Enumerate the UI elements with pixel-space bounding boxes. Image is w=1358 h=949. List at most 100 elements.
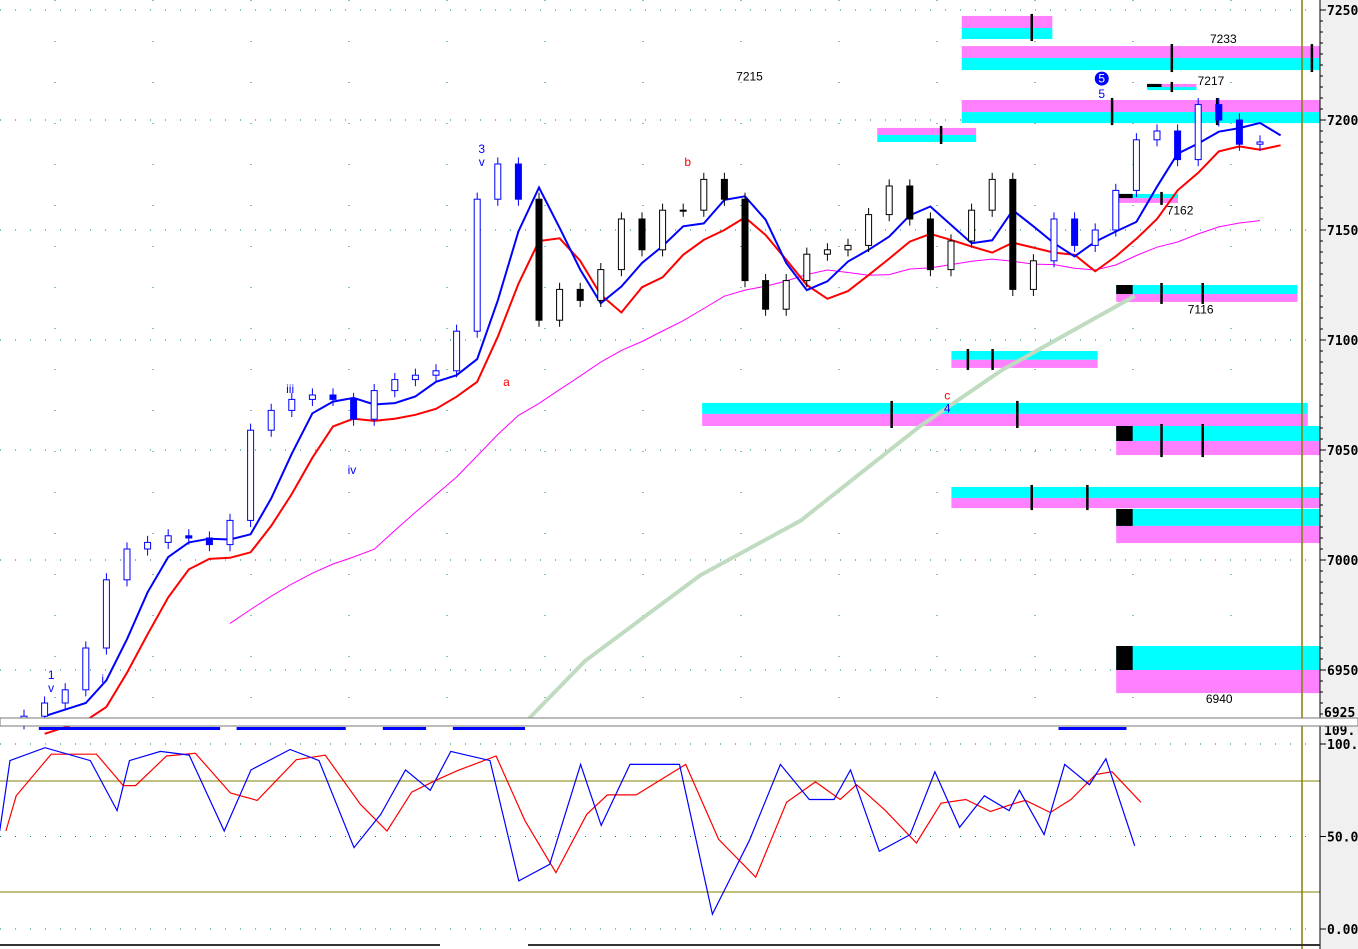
wave-label: 1	[48, 668, 55, 682]
candle-body	[823, 249, 831, 255]
candle-body	[1132, 139, 1140, 191]
zone-band	[951, 359, 1098, 368]
candle-body	[1029, 260, 1037, 290]
osc-tick-label: 100.0	[1327, 738, 1358, 753]
zone-band	[1116, 508, 1321, 526]
candle-body	[61, 689, 69, 704]
stoch-signal-bar	[38, 727, 221, 730]
scrollbar[interactable]	[0, 944, 440, 946]
zone-band	[1116, 525, 1321, 544]
wave-label: 5	[1098, 87, 1105, 101]
candle-body	[514, 163, 522, 200]
stoch-signal-bar	[1058, 727, 1127, 730]
zone-marker	[1116, 646, 1133, 670]
candle-body	[700, 178, 708, 211]
zone-band	[702, 402, 1308, 414]
wave-label: b	[684, 155, 691, 169]
zone-band	[1116, 440, 1321, 456]
candle-body	[288, 398, 296, 411]
price-tick-label: 7000.	[1327, 554, 1358, 569]
candle-body	[473, 198, 481, 332]
zone-band	[951, 486, 1321, 498]
candle-body	[844, 244, 852, 251]
candle-body	[865, 214, 873, 246]
stoch-signal-bar	[382, 727, 427, 730]
candle-body	[226, 519, 234, 546]
candle-body	[1215, 104, 1223, 121]
candle-body	[267, 409, 275, 431]
zone-band	[1116, 285, 1298, 295]
candle-body	[185, 535, 193, 539]
candle-body	[494, 163, 502, 200]
candle-body	[1050, 218, 1058, 262]
candle-body	[535, 198, 543, 321]
pane-divider[interactable]	[0, 717, 1358, 727]
zone-band	[961, 28, 1053, 40]
zone-band	[961, 57, 1321, 71]
axis-background	[1320, 0, 1358, 949]
zone-band	[877, 134, 977, 142]
candle-body	[41, 702, 49, 717]
osc-tick-label: 0.00	[1327, 923, 1358, 938]
wave-label: 4	[944, 402, 951, 416]
price-tick-label: 7100.	[1327, 334, 1358, 349]
candle-body	[1194, 104, 1202, 161]
wave-label: 3	[478, 142, 485, 156]
candle-body	[659, 209, 667, 251]
candle-body	[968, 209, 976, 242]
stoch-signal-bar	[452, 727, 525, 730]
candle-body	[885, 185, 893, 216]
candle-body	[762, 280, 770, 310]
price-tick-label: 7050.	[1327, 444, 1358, 459]
zone-band	[961, 46, 1321, 58]
candle-body	[205, 537, 213, 546]
zone-marker	[1116, 285, 1133, 295]
candle-body	[144, 541, 152, 550]
zone-band	[961, 15, 1053, 29]
chart: 7233721772157162711669401viiiiiv3vabc455…	[0, 0, 1358, 949]
candle-body	[576, 288, 584, 301]
candle-body	[350, 398, 358, 420]
price-tick-label: 7200.	[1327, 114, 1358, 129]
price-tick-label: 7250.	[1327, 4, 1358, 19]
candle-body	[453, 330, 461, 372]
zone-band	[1116, 294, 1298, 302]
wave-label: iii	[286, 382, 294, 396]
candle-body	[164, 535, 172, 543]
candle-body	[679, 209, 687, 212]
zone-marker	[1147, 83, 1162, 87]
candle-body	[741, 198, 749, 282]
candle-body	[1112, 189, 1120, 231]
zone-band	[702, 413, 1308, 427]
candle-body	[597, 269, 605, 301]
candle-body	[308, 394, 316, 400]
zone-band	[961, 112, 1321, 124]
candle-body	[1009, 178, 1017, 290]
candle-body	[391, 379, 399, 392]
candle-body	[1153, 130, 1161, 141]
wave-label: iv	[348, 463, 357, 477]
candle-body	[926, 218, 934, 271]
chart-background	[0, 0, 1358, 949]
zone-band	[1116, 646, 1321, 670]
candle-body	[1256, 141, 1264, 145]
zone-label: 7116	[1188, 303, 1214, 317]
candle-body	[82, 647, 90, 691]
scrollbar-track[interactable]	[528, 944, 1320, 946]
candle-body	[411, 374, 419, 381]
wave-label: v	[479, 155, 485, 169]
price-tick-label: 7150.	[1327, 224, 1358, 239]
zone-label: 7162	[1167, 204, 1194, 218]
candle-body	[1174, 130, 1182, 161]
zone-label: 6940	[1206, 692, 1233, 706]
candle-body	[988, 178, 996, 211]
zone-label: 7217	[1198, 74, 1225, 88]
candle-body	[102, 579, 110, 649]
wave-label: i	[101, 672, 104, 686]
zone-label: 7233	[1210, 32, 1237, 46]
candle-body	[782, 280, 790, 310]
candle-body	[638, 218, 646, 251]
price-tick-label: 6950.	[1327, 664, 1358, 679]
candle-body	[432, 370, 440, 376]
candle-body	[556, 288, 564, 321]
